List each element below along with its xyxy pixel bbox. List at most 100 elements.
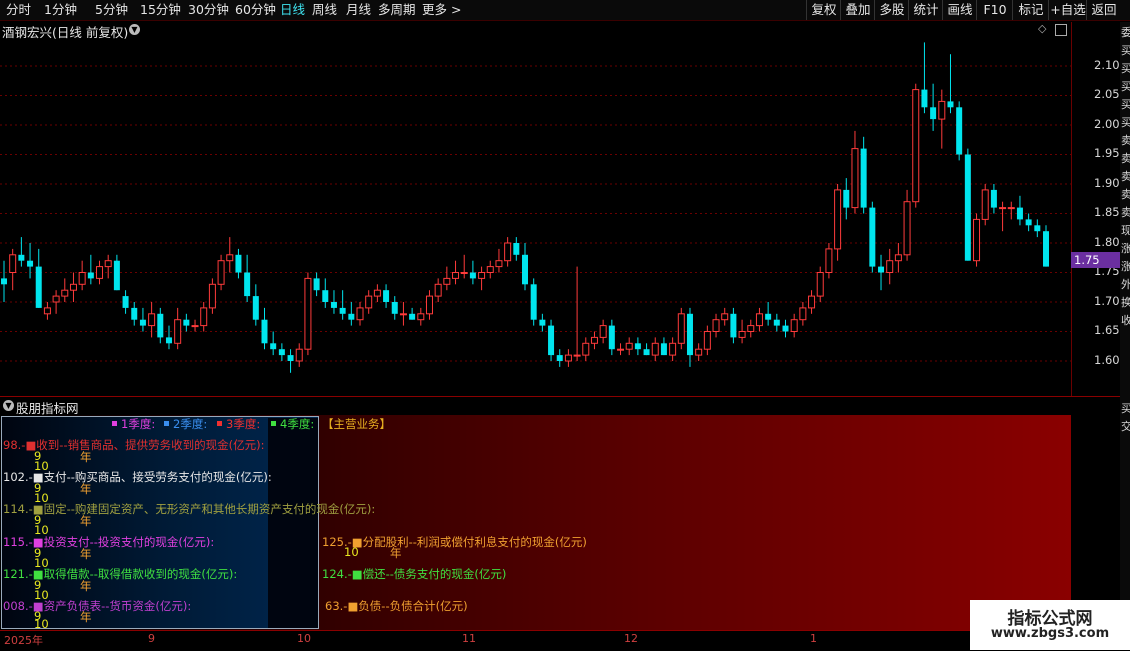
indicator-line: 124.-■偿还--债务支付的现金(亿元) <box>322 567 507 581</box>
period-tab[interactable]: 5分钟 <box>95 2 128 18</box>
candle <box>747 319 755 338</box>
candle <box>999 201 1007 232</box>
period-tab[interactable]: 月线 <box>346 2 371 18</box>
more-menu[interactable]: 更多 > <box>422 2 461 18</box>
date-tick: 9 <box>148 632 155 645</box>
candle <box>365 290 373 314</box>
period-tab[interactable]: 60分钟 <box>235 2 276 18</box>
period-tab[interactable]: 多周期 <box>378 2 416 18</box>
price-tick: 1.90 <box>1094 176 1120 190</box>
period-tab[interactable]: 15分钟 <box>140 2 181 18</box>
price-tick: 1.80 <box>1094 235 1120 249</box>
candle <box>78 260 86 291</box>
candle <box>903 189 911 261</box>
mark-button[interactable]: 标记 <box>1012 0 1049 20</box>
candle <box>765 302 772 326</box>
price-tick: 1.95 <box>1094 146 1120 160</box>
draw-line-button[interactable]: 画线 <box>942 0 977 20</box>
candle <box>252 284 259 326</box>
price-tick: 1.65 <box>1094 323 1120 337</box>
candle <box>373 284 381 302</box>
candle <box>990 184 997 214</box>
multi-stock-button[interactable]: 多股 <box>874 0 909 20</box>
legend-q1: 1季度: <box>121 417 156 431</box>
legend-marker-q3 <box>217 421 222 426</box>
candle <box>851 130 859 214</box>
legend-marker-q1 <box>112 421 117 426</box>
overlay-button[interactable]: 叠加 <box>840 0 875 20</box>
candle <box>912 83 920 208</box>
indicator-year: 年 <box>80 547 92 561</box>
candle <box>712 313 720 338</box>
side-char: 涨 <box>1121 260 1130 273</box>
candle <box>399 302 407 326</box>
legend-q3: 3季度: <box>226 417 261 431</box>
candle <box>738 319 746 344</box>
candle <box>582 337 590 361</box>
candle <box>930 83 937 131</box>
candle <box>843 178 850 220</box>
indicator-line: 008.-■资产负债表--货币资金(亿元): <box>3 599 192 613</box>
candle <box>730 307 737 344</box>
candle <box>417 307 425 326</box>
indicator-year: 年 <box>80 579 92 593</box>
date-tick: 2025年 <box>4 634 43 647</box>
candle <box>625 337 633 356</box>
watermark-url: www.zbgs3.com <box>990 626 1110 641</box>
candle <box>217 254 225 291</box>
candle <box>860 136 867 214</box>
candle <box>1 260 7 302</box>
candle <box>773 313 780 332</box>
candle <box>1007 201 1015 220</box>
candle <box>956 101 963 161</box>
fuquan-button[interactable]: 复权 <box>806 0 841 20</box>
candle <box>208 278 216 314</box>
candle <box>495 248 503 273</box>
add-watchlist-button[interactable]: +自选 <box>1048 0 1087 20</box>
candle <box>278 343 285 361</box>
period-tab[interactable]: 周线 <box>312 2 337 18</box>
candle <box>339 290 346 320</box>
candle <box>295 343 303 367</box>
candle <box>973 213 981 267</box>
candle <box>35 248 42 308</box>
chevron-down-icon[interactable]: ▼ <box>3 400 14 411</box>
period-tab[interactable]: 分时 <box>6 2 31 18</box>
candle <box>921 42 928 114</box>
candle <box>886 248 894 285</box>
candle <box>104 254 112 279</box>
candle <box>409 307 416 320</box>
period-tab[interactable]: 1分钟 <box>44 2 77 18</box>
main-business-label: 【主营业务】 <box>322 417 391 431</box>
date-tick: 11 <box>462 632 476 645</box>
side-char: 外 <box>1121 278 1130 291</box>
candle <box>878 254 885 291</box>
back-button[interactable]: 返回 <box>1086 0 1121 20</box>
candle <box>634 337 641 356</box>
candle <box>131 302 138 326</box>
candle <box>174 307 182 350</box>
statistics-button[interactable]: 统计 <box>908 0 943 20</box>
indicator-year: 年 <box>80 450 92 464</box>
candle <box>894 243 902 273</box>
candle <box>799 302 807 326</box>
side-char: 买 <box>1121 116 1130 129</box>
candle <box>643 343 650 356</box>
candle <box>599 319 607 344</box>
candle <box>183 313 190 332</box>
side-char: 卖 <box>1121 152 1130 165</box>
candle <box>530 278 537 326</box>
candle <box>244 254 251 302</box>
date-tick: 12 <box>624 632 638 645</box>
indicator-line: 63.-■负债--负债合计(亿元) <box>325 599 468 613</box>
period-tab-active[interactable]: 日线 <box>280 2 305 18</box>
period-tab[interactable]: 30分钟 <box>188 2 229 18</box>
candle <box>148 302 156 338</box>
side-char: 买 <box>1121 62 1130 75</box>
price-tick: 1.60 <box>1094 353 1120 367</box>
candle <box>522 243 528 291</box>
f10-button[interactable]: F10 <box>976 0 1013 20</box>
candle <box>460 254 468 279</box>
candle <box>452 260 460 285</box>
candle <box>573 266 581 361</box>
